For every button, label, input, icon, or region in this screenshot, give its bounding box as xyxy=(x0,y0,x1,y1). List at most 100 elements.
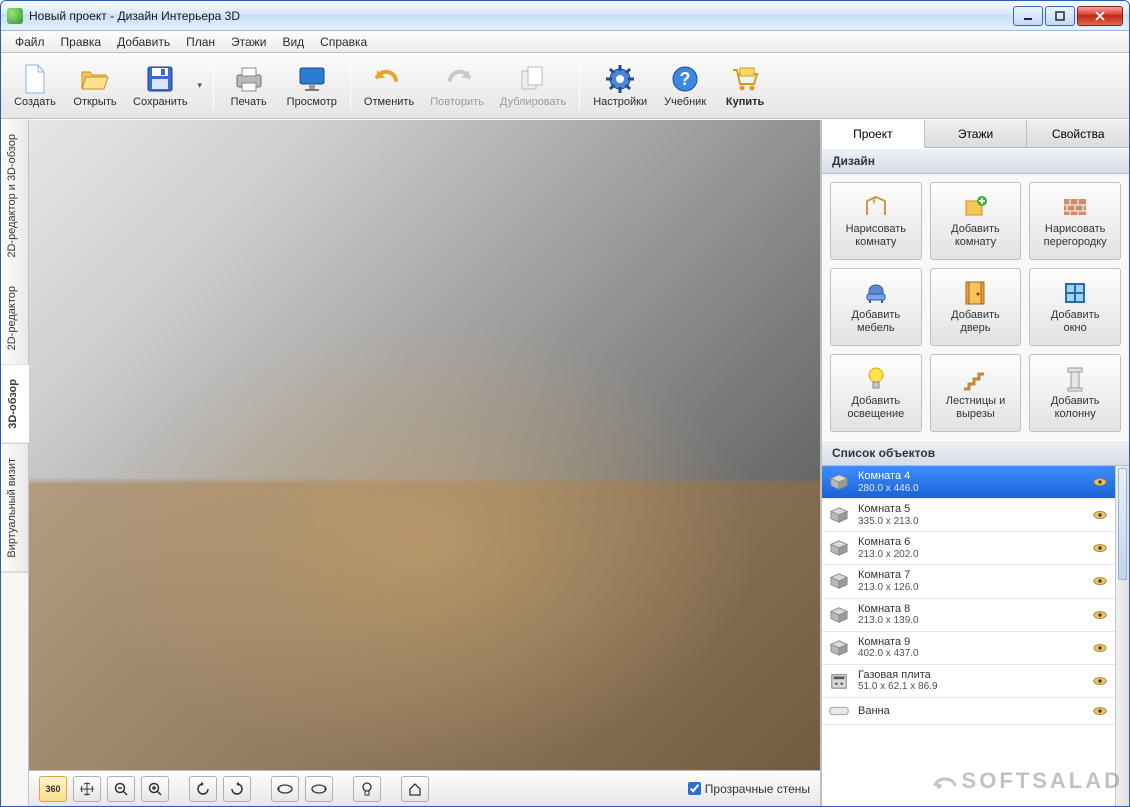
menu-file[interactable]: Файл xyxy=(7,33,53,51)
zoom-out-button[interactable] xyxy=(107,776,135,802)
undo-label: Отменить xyxy=(364,96,414,108)
visibility-eye-icon[interactable] xyxy=(1093,543,1107,553)
visibility-eye-icon[interactable] xyxy=(1093,576,1107,586)
tile-draw-room[interactable]: Нарисоватькомнату xyxy=(830,182,922,260)
tile-add-door[interactable]: Добавитьдверь xyxy=(930,268,1022,346)
menu-help[interactable]: Справка xyxy=(312,33,375,51)
object-icon xyxy=(828,639,850,657)
pan-button[interactable] xyxy=(73,776,101,802)
visibility-eye-icon[interactable] xyxy=(1093,676,1107,686)
object-row[interactable]: Комната 8213.0 x 139.0 xyxy=(822,599,1115,632)
tile-add-room[interactable]: Добавитькомнату xyxy=(930,182,1022,260)
object-text: Комната 8213.0 x 139.0 xyxy=(858,603,1085,627)
tile-stairs[interactable]: Лестницы ивырезы xyxy=(930,354,1022,432)
sidetab-virtual[interactable]: Виртуальный визит xyxy=(1,444,28,573)
transparent-walls-input[interactable] xyxy=(688,782,701,795)
redo-button[interactable]: Повторить xyxy=(424,57,490,115)
object-row[interactable]: Газовая плита51.0 x 62.1 x 86.9 xyxy=(822,665,1115,698)
add-column-icon xyxy=(1065,365,1085,393)
tile-label: Нарисоватьперегородку xyxy=(1044,223,1107,248)
object-text: Комната 4280.0 x 446.0 xyxy=(858,470,1085,494)
tile-label: Добавитьдверь xyxy=(951,309,1000,334)
object-row[interactable]: Комната 9402.0 x 437.0 xyxy=(822,632,1115,665)
light-toggle-button[interactable] xyxy=(353,776,381,802)
menu-floors[interactable]: Этажи xyxy=(223,33,274,51)
tile-add-light[interactable]: Добавитьосвещение xyxy=(830,354,922,432)
add-light-icon xyxy=(865,365,887,393)
3d-scene[interactable] xyxy=(29,120,820,770)
buy-button[interactable]: Купить xyxy=(717,57,773,115)
sidetab-3d[interactable]: 3D-обзор xyxy=(1,365,29,444)
rotate-left-button[interactable] xyxy=(189,776,217,802)
object-list-inner[interactable]: Комната 4280.0 x 446.0 Комната 5335.0 x 2… xyxy=(822,466,1115,806)
menu-add[interactable]: Добавить xyxy=(109,33,178,51)
open-button[interactable]: Открыть xyxy=(67,57,123,115)
object-row[interactable]: Ванна xyxy=(822,698,1115,725)
new-button[interactable]: Создать xyxy=(7,57,63,115)
tab-project[interactable]: Проект xyxy=(822,120,925,148)
toolbar-divider xyxy=(350,62,351,110)
help-label: Учебник xyxy=(664,96,706,108)
undo-icon xyxy=(374,64,404,94)
viewport: 360 Прозрачные стены xyxy=(29,120,821,806)
menu-edit[interactable]: Правка xyxy=(53,33,110,51)
menu-view[interactable]: Вид xyxy=(274,33,312,51)
home-view-button[interactable] xyxy=(401,776,429,802)
tile-label: Добавитьосвещение xyxy=(847,395,904,420)
menu-plan[interactable]: План xyxy=(178,33,223,51)
transparent-walls-check[interactable]: Прозрачные стены xyxy=(688,782,810,796)
cart-icon xyxy=(730,64,760,94)
close-button[interactable] xyxy=(1077,6,1123,26)
tile-add-window[interactable]: Добавитьокно xyxy=(1029,268,1121,346)
toolbar-divider xyxy=(579,62,580,110)
save-button[interactable]: Сохранить xyxy=(127,57,194,115)
orbit-left-button[interactable] xyxy=(271,776,299,802)
settings-button[interactable]: Настройки xyxy=(587,57,653,115)
object-text: Комната 5335.0 x 213.0 xyxy=(858,503,1085,527)
orbit-right-button[interactable] xyxy=(305,776,333,802)
rotate-right-button[interactable] xyxy=(223,776,251,802)
buy-label: Купить xyxy=(726,96,764,108)
object-text: Ванна xyxy=(858,705,1085,718)
help-button[interactable]: ? Учебник xyxy=(657,57,713,115)
print-button[interactable]: Печать xyxy=(221,57,277,115)
tile-draw-partition[interactable]: Нарисоватьперегородку xyxy=(1029,182,1121,260)
sidetab-combo[interactable]: 2D-редактор и 3D-обзор xyxy=(1,120,28,272)
draw-partition-icon xyxy=(1062,193,1088,221)
add-door-icon xyxy=(964,279,986,307)
visibility-eye-icon[interactable] xyxy=(1093,510,1107,520)
object-text: Комната 7213.0 x 126.0 xyxy=(858,569,1085,593)
window-buttons xyxy=(1011,6,1123,26)
object-icon xyxy=(828,473,850,491)
save-dropdown[interactable]: ▾ xyxy=(194,57,206,115)
object-row[interactable]: Комната 7213.0 x 126.0 xyxy=(822,565,1115,598)
visibility-eye-icon[interactable] xyxy=(1093,706,1107,716)
object-row[interactable]: Комната 4280.0 x 446.0 xyxy=(822,466,1115,499)
floppy-icon xyxy=(145,64,175,94)
object-row[interactable]: Комната 5335.0 x 213.0 xyxy=(822,499,1115,532)
maximize-button[interactable] xyxy=(1045,6,1075,26)
tile-label: Нарисоватькомнату xyxy=(846,223,906,248)
duplicate-button[interactable]: Дублировать xyxy=(494,57,572,115)
tab-properties[interactable]: Свойства xyxy=(1027,120,1129,147)
visibility-eye-icon[interactable] xyxy=(1093,477,1107,487)
tile-add-furniture[interactable]: Добавитьмебель xyxy=(830,268,922,346)
minimize-button[interactable] xyxy=(1013,6,1043,26)
tile-add-column[interactable]: Добавитьколонну xyxy=(1029,354,1121,432)
object-list: Комната 4280.0 x 446.0 Комната 5335.0 x 2… xyxy=(822,466,1129,806)
undo-button[interactable]: Отменить xyxy=(358,57,420,115)
preview-button[interactable]: Просмотр xyxy=(281,57,343,115)
view-360-button[interactable]: 360 xyxy=(39,776,67,802)
zoom-in-button[interactable] xyxy=(141,776,169,802)
visibility-eye-icon[interactable] xyxy=(1093,610,1107,620)
tab-floors[interactable]: Этажи xyxy=(925,120,1028,147)
object-row[interactable]: Комната 6213.0 x 202.0 xyxy=(822,532,1115,565)
object-icon xyxy=(828,572,850,590)
side-tabs: 2D-редактор и 3D-обзор 2D-редактор 3D-об… xyxy=(1,120,29,806)
printer-icon xyxy=(234,64,264,94)
preview-label: Просмотр xyxy=(287,96,337,108)
sidetab-2d[interactable]: 2D-редактор xyxy=(1,272,28,365)
save-label: Сохранить xyxy=(133,96,188,108)
visibility-eye-icon[interactable] xyxy=(1093,643,1107,653)
object-list-scrollbar[interactable] xyxy=(1115,466,1129,806)
